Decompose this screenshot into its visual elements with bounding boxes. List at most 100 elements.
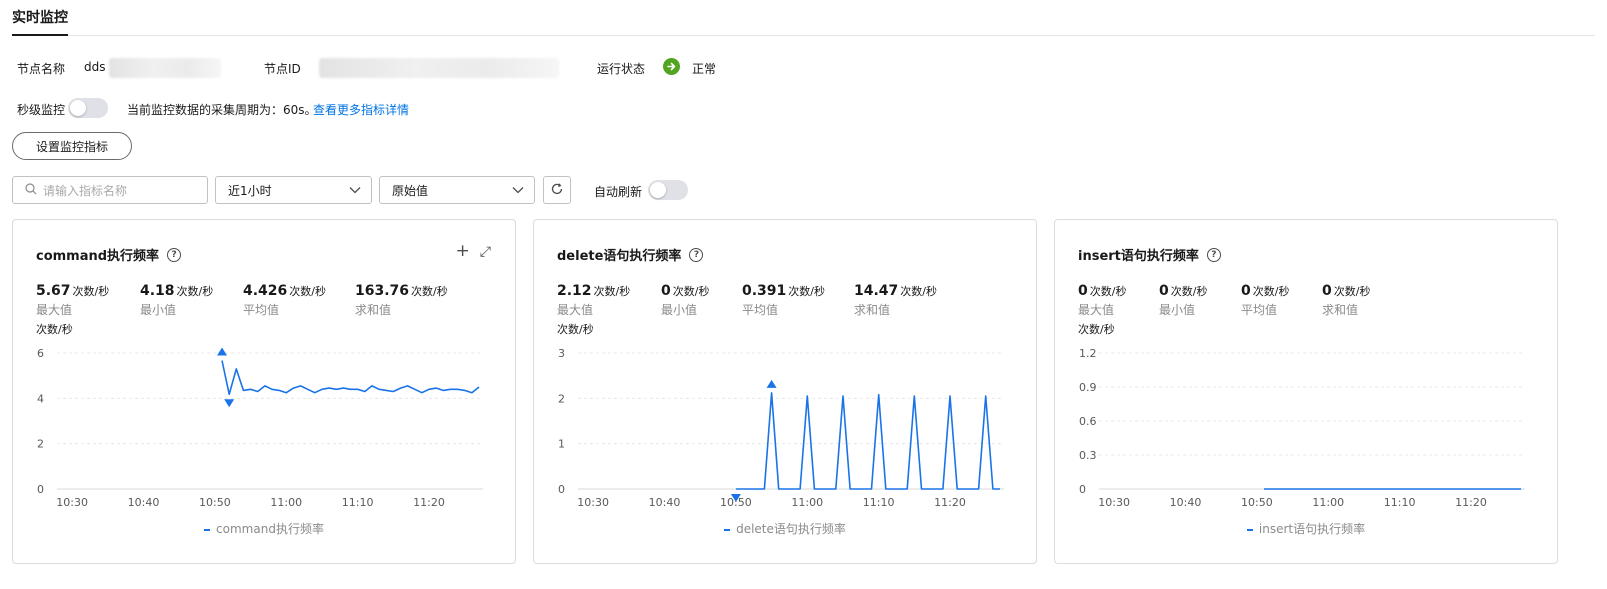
stat-label: 最小值 [140,303,177,317]
stat-value: 0 [1241,283,1251,299]
y-tick-label: 0.3 [1079,449,1097,462]
second-monitor-toggle[interactable] [68,98,108,118]
stat-value: 2.12 [557,283,592,299]
stat-unit: 次数/秒 [1252,285,1290,298]
node-id-label: 节点ID [264,62,301,76]
chart-legend[interactable]: delete语句执行频率 [534,520,1036,537]
series-line [735,392,1000,490]
help-icon[interactable]: ? [1206,247,1221,262]
x-tick-label: 10:50 [1241,496,1273,509]
second-monitor-label: 秒级监控 [17,103,66,117]
expand-icon[interactable]: ⤢ [480,244,491,260]
legend-swatch [204,528,211,531]
stat-unit: 次数/秒 [411,285,448,298]
stat-value: 0 [1159,283,1169,299]
stat-unit: 次数/秒 [176,285,214,298]
node-name-value: dds [84,60,106,74]
filter-row: 请输入指标名称 近1小时 原始值 自动刷新 [12,176,1012,204]
max-marker [766,379,777,388]
stat-value: 14.47 [854,283,899,299]
collection-period-text: 当前监控数据的采集周期为：60s。 [127,103,317,117]
y-tick-label: 0.6 [1079,415,1097,428]
line-chart[interactable]: 0 0.3 0.6 0.9 1.2 10:30 10:40 10:50 11:00 11:10 11… [1055,340,1557,520]
y-tick-label: 0.9 [1079,381,1097,394]
stat-sum: 14.47 次数/秒 求和值 [854,283,937,318]
legend-label: delete语句执行频率 [736,522,846,536]
stat-value: 0 [1322,283,1332,299]
stat-label: 最小值 [1159,303,1196,317]
status-value: 正常 [692,62,717,76]
stat-unit: 次数/秒 [788,285,826,298]
stat-label: 最大值 [557,303,594,317]
auto-refresh-label: 自动刷新 [594,185,643,199]
stat-label: 平均值 [742,303,779,317]
card-title-text: command执行频率 [36,249,160,264]
metric-card-delete: delete语句执行频率 ? 2.12 次数/秒 最大值 0 次数/秒 最小值 0.39… [533,219,1037,564]
tab-realtime-monitor[interactable]: 实时监控 [12,8,68,36]
chevron-down-icon [349,183,361,197]
stat-value: 0 [661,283,671,299]
stat-label: 求和值 [1322,303,1359,317]
legend-swatch [724,528,731,531]
card-title: insert语句执行频率 ? [1078,245,1221,264]
y-tick-label: 0 [1079,483,1086,496]
x-tick-label: 10:40 [649,496,681,509]
legend-label: insert语句执行频率 [1258,522,1366,536]
stat-unit: 次数/秒 [593,285,631,298]
min-marker [224,399,235,408]
x-tick-label: 10:30 [1098,496,1130,509]
stat-min: 4.18 次数/秒 最小值 [140,283,213,318]
stat-max: 5.67 次数/秒 最大值 [36,283,109,318]
auto-refresh-toggle[interactable] [648,180,688,200]
chart-legend[interactable]: command执行频率 [13,520,515,537]
stat-sum: 0 次数/秒求和值 [1322,283,1370,318]
y-tick-label: 3 [558,347,565,360]
stat-unit: 次数/秒 [1170,285,1208,298]
stat-value: 0.391 [742,283,787,299]
metric-card-command: command执行频率 ? + ⤢ 5.67 次数/秒 最大值 4.18 次数/秒 最小… [12,219,516,564]
stat-label: 最大值 [1078,303,1115,317]
card-title-text: delete语句执行频率 [557,249,682,264]
y-axis-unit: 次数/秒 [36,323,73,336]
x-tick-label: 11:20 [413,496,445,509]
line-chart[interactable]: 012310:30 10:40 10:50 11:00 11:10 11:20 [534,340,1036,520]
y-axis-unit: 次数/秒 [1078,323,1115,336]
stat-unit: 次数/秒 [1333,285,1371,298]
stat-value: 5.67 [36,283,71,299]
stat-label: 求和值 [355,303,392,317]
set-metrics-button[interactable]: 设置监控指标 [12,132,132,160]
refresh-icon [550,182,564,199]
node-info-row: 节点名称 dds 节点ID 运行状态 正常 [17,58,1517,78]
stat-unit: 次数/秒 [900,285,938,298]
add-icon[interactable]: + [456,243,470,260]
value-type-select[interactable]: 原始值 [379,176,535,204]
chart-legend[interactable]: insert语句执行频率 [1055,520,1557,537]
stat-unit: 次数/秒 [1089,285,1127,298]
x-tick-label: 11:00 [270,496,302,509]
node-id-redacted [319,58,559,78]
y-tick-label: 4 [37,392,44,405]
line-chart[interactable]: 0 2 4 6 10:30 10:40 10:50 11:00 11:10 11:20 [13,340,515,520]
stat-max: 2.12 次数/秒最大值 [557,283,630,318]
x-tick-label: 11:10 [1384,496,1416,509]
second-monitor-row: 秒级监控 当前监控数据的采集周期为：60s。 查看更多指标详情 [17,98,817,120]
card-title: delete语句执行频率 ? [557,245,704,264]
y-tick-label: 1 [558,438,565,451]
stat-min: 0 次数/秒最小值 [1159,283,1207,318]
y-tick-label: 2 [558,392,565,405]
stat-unit: 次数/秒 [289,285,327,298]
x-tick-label: 11:20 [1455,496,1487,509]
help-icon[interactable]: ? [167,247,182,262]
metric-search-input[interactable]: 请输入指标名称 [12,176,208,204]
x-tick-label: 10:30 [577,496,609,509]
stat-min: 0 次数/秒 最小值 [661,283,709,318]
help-icon[interactable]: ? [689,247,704,262]
more-metrics-link[interactable]: 查看更多指标详情 [313,101,409,118]
refresh-button[interactable] [543,176,571,204]
stat-unit: 次数/秒 [672,285,710,298]
stat-unit: 次数/秒 [72,285,110,298]
time-range-select[interactable]: 近1小时 [215,176,372,204]
x-tick-label: 10:40 [1170,496,1202,509]
series-line [221,360,480,396]
y-tick-label: 0 [37,483,44,496]
